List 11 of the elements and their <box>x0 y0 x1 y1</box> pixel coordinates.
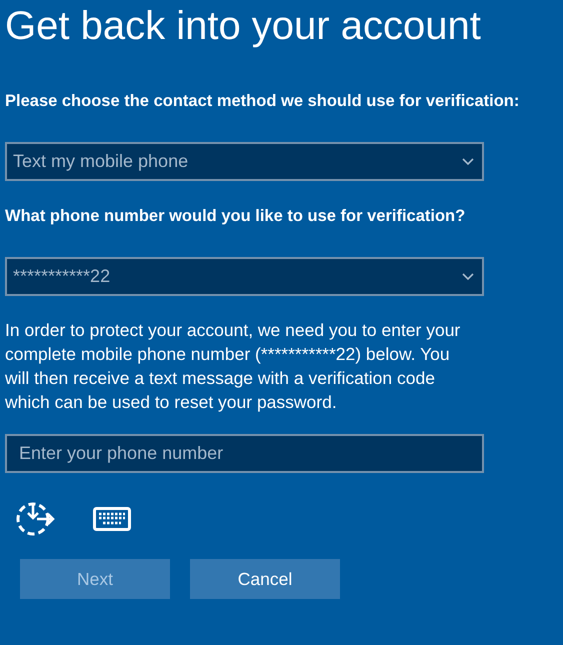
phone-input-field[interactable]: Enter your phone number <box>5 434 484 473</box>
chevron-down-icon <box>462 158 474 166</box>
page-title: Get back into your account <box>5 3 482 50</box>
cancel-button[interactable]: Cancel <box>190 559 340 599</box>
keyboard-icon[interactable] <box>93 507 131 531</box>
contact-method-dropdown[interactable]: Text my mobile phone <box>5 142 484 181</box>
contact-method-label: Please choose the contact method we should use for verification: <box>5 91 520 112</box>
instructions-text: In order to protect your account, we need you to enter your complete mobile phone number (***********22) below. You will then receive a text message with a verification code which can be used to reset your password. <box>5 319 462 414</box>
phone-number-dropdown[interactable]: ***********22 <box>5 257 484 296</box>
phone-number-label: What phone number would you like to use for verification? <box>5 206 466 227</box>
chevron-down-icon <box>462 272 474 280</box>
